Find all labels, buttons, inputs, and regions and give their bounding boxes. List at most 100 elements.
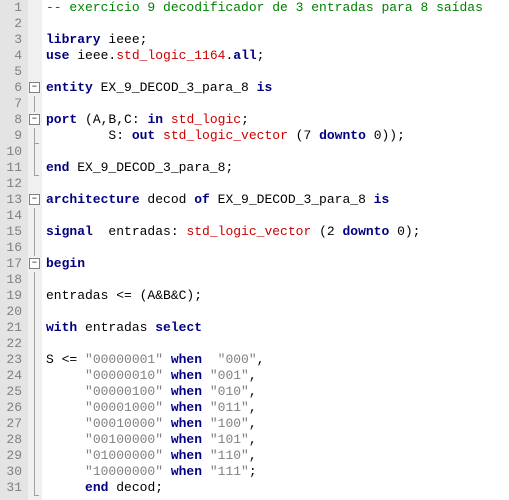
- code-token: "100": [210, 416, 249, 431]
- code-line[interactable]: end EX_9_DECOD_3_para_8;: [46, 160, 509, 176]
- code-token: S:: [46, 128, 132, 143]
- code-token: "00001000": [85, 400, 163, 415]
- line-number: 24: [0, 368, 22, 384]
- code-token: in: [147, 112, 170, 127]
- line-number: 8: [0, 112, 22, 128]
- code-line[interactable]: with entradas select: [46, 320, 509, 336]
- code-line[interactable]: S: out std_logic_vector (7 downto 0));: [46, 128, 509, 144]
- code-token: when: [163, 448, 210, 463]
- code-token: 0));: [374, 128, 405, 143]
- code-line[interactable]: [46, 336, 509, 352]
- code-token: is: [374, 192, 390, 207]
- code-token: "011": [210, 400, 249, 415]
- fold-guide-line: [34, 336, 35, 352]
- code-token: downto: [342, 224, 397, 239]
- code-token: is: [257, 80, 273, 95]
- code-line[interactable]: begin: [46, 256, 509, 272]
- code-token: of: [194, 192, 217, 207]
- code-token: "00010000": [85, 416, 163, 431]
- line-number: 28: [0, 432, 22, 448]
- code-line[interactable]: [46, 272, 509, 288]
- code-token: select: [155, 320, 202, 335]
- code-token: "00000001": [85, 352, 163, 367]
- code-line[interactable]: [46, 176, 509, 192]
- code-editor[interactable]: -- exercício 9 decodificador de 3 entrad…: [42, 0, 509, 500]
- line-number: 31: [0, 480, 22, 496]
- fold-end-icon: [34, 495, 39, 496]
- code-token: ,: [249, 400, 257, 415]
- code-line[interactable]: use ieee.std_logic_1164.all;: [46, 48, 509, 64]
- line-number: 13: [0, 192, 22, 208]
- code-token: "01000000": [85, 448, 163, 463]
- code-token: "00100000": [85, 432, 163, 447]
- line-number: 21: [0, 320, 22, 336]
- code-line[interactable]: [46, 304, 509, 320]
- code-line[interactable]: "00100000" when "101",: [46, 432, 509, 448]
- code-token: begin: [46, 256, 85, 271]
- code-line[interactable]: [46, 240, 509, 256]
- code-token: "10000000": [85, 464, 163, 479]
- code-token: architecture: [46, 192, 147, 207]
- code-token: with: [46, 320, 85, 335]
- code-line[interactable]: [46, 144, 509, 160]
- code-line[interactable]: "10000000" when "111";: [46, 464, 509, 480]
- fold-column: − − − −: [28, 0, 42, 500]
- code-line[interactable]: library ieee;: [46, 32, 509, 48]
- code-token: (7: [296, 128, 319, 143]
- line-number: 6: [0, 80, 22, 96]
- code-line[interactable]: signal entradas: std_logic_vector (2 dow…: [46, 224, 509, 240]
- code-token: ,: [249, 384, 257, 399]
- code-line[interactable]: "00000100" when "010",: [46, 384, 509, 400]
- code-line[interactable]: end decod;: [46, 480, 509, 496]
- fold-toggle-icon[interactable]: −: [29, 194, 40, 205]
- code-token: [46, 480, 85, 495]
- code-token: (A,B,C:: [85, 112, 147, 127]
- code-token: when: [163, 400, 210, 415]
- line-number: 20: [0, 304, 22, 320]
- line-number: 15: [0, 224, 22, 240]
- code-line[interactable]: [46, 208, 509, 224]
- fold-toggle-icon[interactable]: −: [29, 82, 40, 93]
- code-token: "110": [210, 448, 249, 463]
- code-token: S <=: [46, 352, 85, 367]
- code-token: "001": [210, 368, 249, 383]
- line-number: 30: [0, 464, 22, 480]
- fold-guide-line: [34, 208, 35, 224]
- code-token: [46, 400, 85, 415]
- code-token: ieee.: [77, 48, 116, 63]
- line-number: 26: [0, 400, 22, 416]
- line-number: 25: [0, 384, 22, 400]
- code-token: [46, 432, 85, 447]
- code-token: ;: [257, 48, 265, 63]
- code-line[interactable]: architecture decod of EX_9_DECOD_3_para_…: [46, 192, 509, 208]
- code-token: decod;: [116, 480, 163, 495]
- fold-guide-line: [34, 352, 35, 368]
- fold-guide-line: [34, 320, 35, 336]
- code-token: [46, 384, 85, 399]
- code-line[interactable]: -- exercício 9 decodificador de 3 entrad…: [46, 0, 509, 16]
- line-number: 10: [0, 144, 22, 160]
- code-line[interactable]: entity EX_9_DECOD_3_para_8 is: [46, 80, 509, 96]
- fold-toggle-icon[interactable]: −: [29, 114, 40, 125]
- code-line[interactable]: "01000000" when "110",: [46, 448, 509, 464]
- fold-guide-line: [34, 400, 35, 416]
- code-token: std_logic_vector: [186, 224, 319, 239]
- code-line[interactable]: [46, 96, 509, 112]
- code-line[interactable]: S <= "00000001" when "000",: [46, 352, 509, 368]
- code-line[interactable]: [46, 64, 509, 80]
- code-line[interactable]: "00001000" when "011",: [46, 400, 509, 416]
- code-line[interactable]: "00010000" when "100",: [46, 416, 509, 432]
- line-number: 9: [0, 128, 22, 144]
- code-line[interactable]: port (A,B,C: in std_logic;: [46, 112, 509, 128]
- fold-guide-line: [34, 464, 35, 480]
- code-token: std_logic_vector: [163, 128, 296, 143]
- fold-toggle-icon[interactable]: −: [29, 258, 40, 269]
- fold-guide-line: [34, 144, 35, 160]
- code-line[interactable]: [46, 16, 509, 32]
- code-token: downto: [319, 128, 374, 143]
- code-line[interactable]: entradas <= (A&B&C);: [46, 288, 509, 304]
- code-token: ,: [249, 448, 257, 463]
- code-line[interactable]: "00000010" when "001",: [46, 368, 509, 384]
- fold-guide-line: [34, 240, 35, 256]
- code-token: (2: [319, 224, 342, 239]
